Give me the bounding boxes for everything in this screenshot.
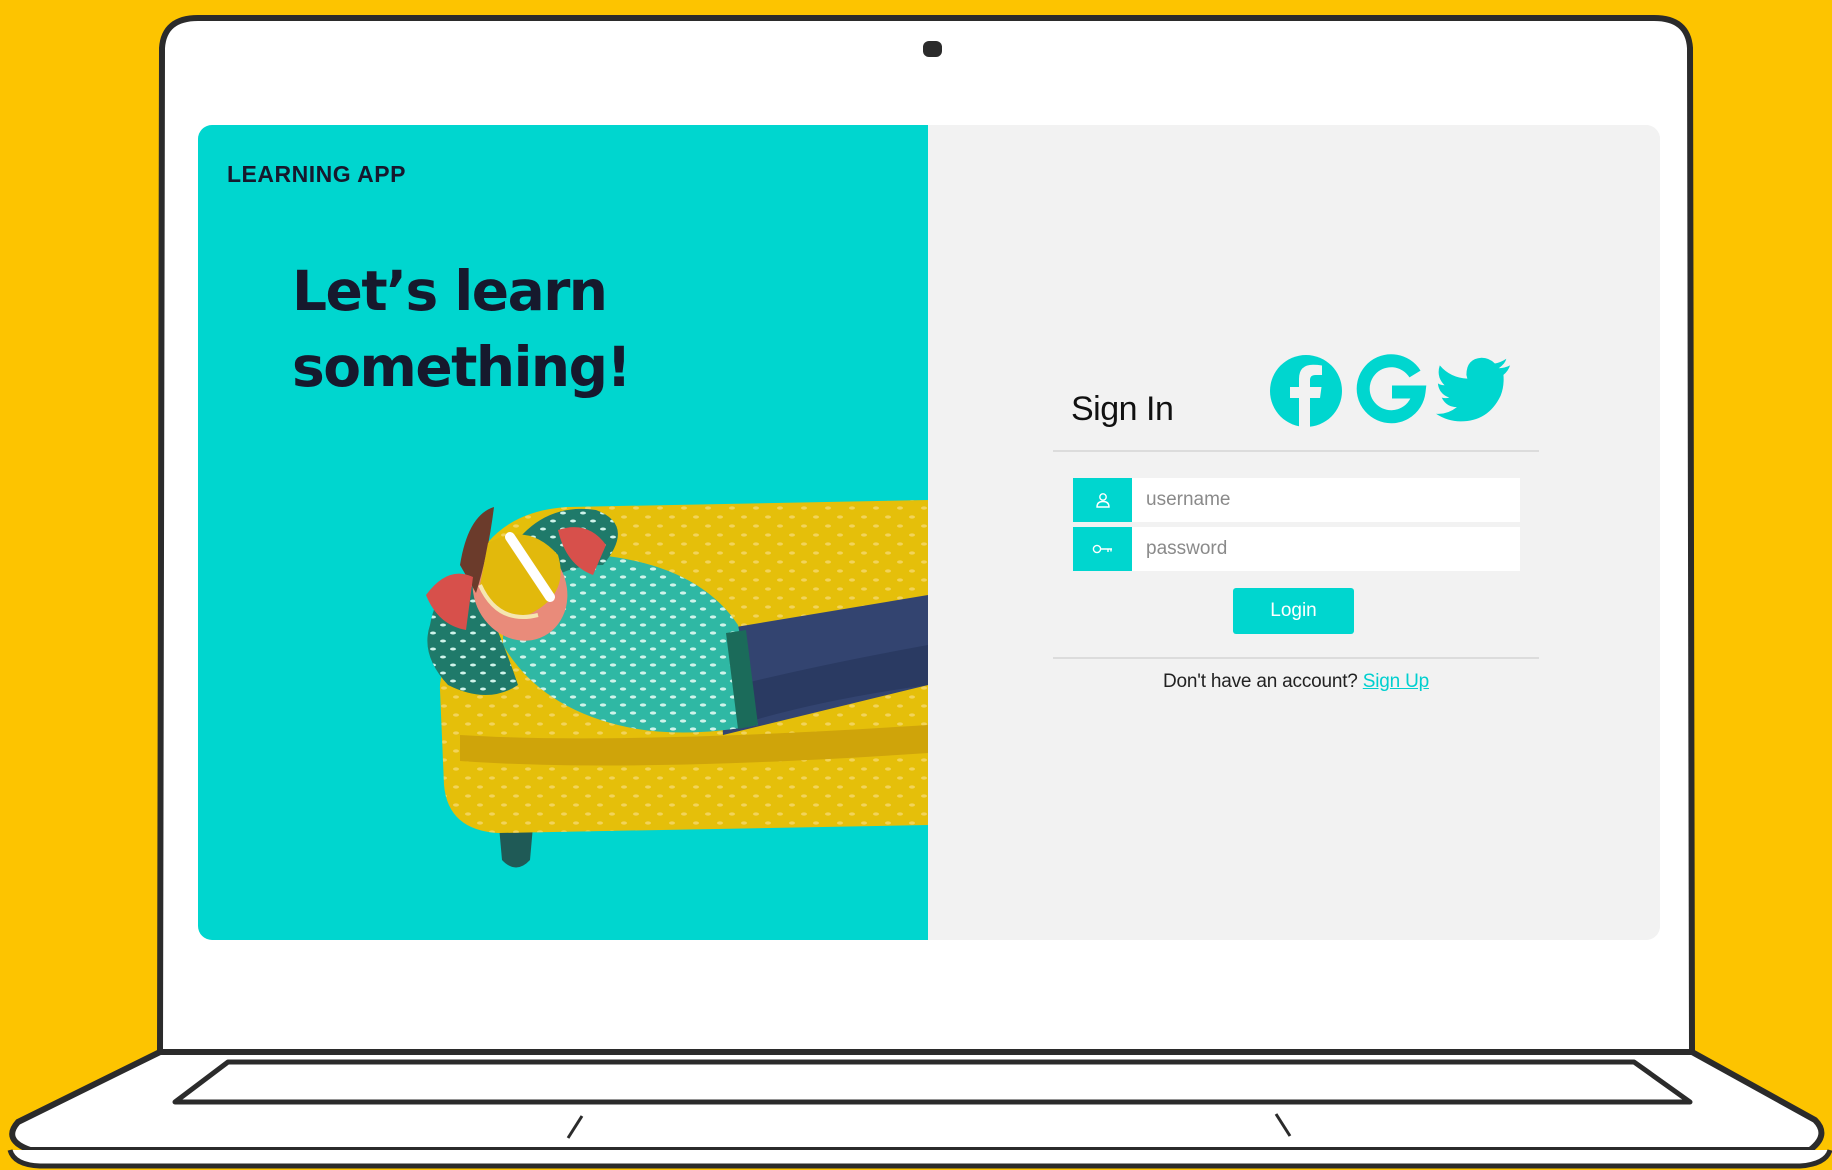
hero-panel: LEARNING APP Let’s learn something! bbox=[198, 125, 928, 940]
person-on-couch-illustration bbox=[426, 500, 928, 868]
user-icon bbox=[1073, 478, 1132, 522]
footer-divider bbox=[1053, 657, 1539, 659]
twitter-icon[interactable] bbox=[1436, 353, 1512, 429]
username-field bbox=[1073, 478, 1520, 522]
key-icon bbox=[1073, 527, 1132, 571]
header-divider bbox=[1053, 450, 1539, 452]
webcam bbox=[923, 41, 942, 57]
signin-title: Sign In bbox=[1071, 390, 1174, 428]
signin-panel: Sign In username Login Don't have an acc… bbox=[928, 125, 1660, 940]
password-field bbox=[1073, 527, 1520, 571]
facebook-icon[interactable] bbox=[1268, 353, 1344, 429]
app-screen: LEARNING APP Let’s learn something! Sign… bbox=[198, 125, 1660, 940]
no-account-text: Don't have an account? bbox=[1163, 671, 1358, 692]
signup-prompt: Don't have an account? Sign Up bbox=[928, 671, 1660, 693]
google-icon[interactable] bbox=[1353, 353, 1429, 429]
username-input[interactable] bbox=[1132, 478, 1520, 522]
login-button[interactable]: Login bbox=[1233, 588, 1354, 634]
password-input[interactable] bbox=[1132, 527, 1520, 571]
signup-link[interactable]: Sign Up bbox=[1363, 671, 1429, 692]
